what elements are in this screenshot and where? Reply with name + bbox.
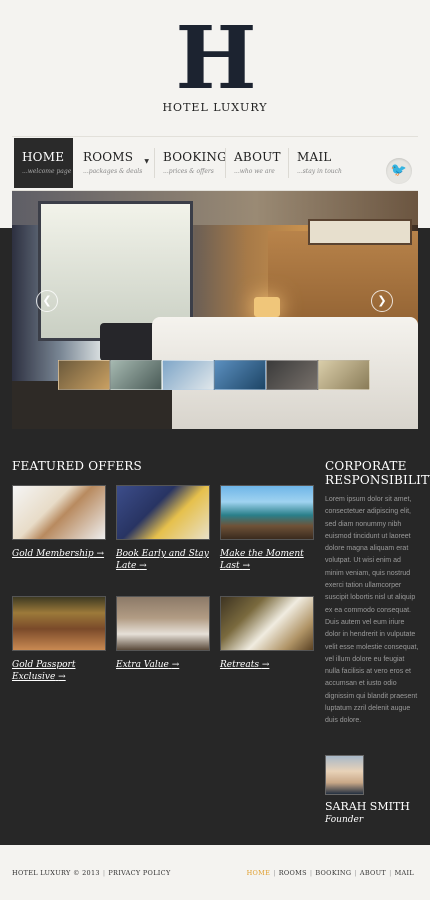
avatar (325, 755, 364, 795)
slider-lamp (254, 297, 280, 317)
dropdown-arrow-icon: ▼ (144, 158, 149, 165)
slider-art (308, 219, 412, 245)
logo-name[interactable]: HOTEL LUXURY (0, 101, 430, 114)
slider-thumbnail[interactable] (162, 360, 214, 390)
offer-image[interactable] (12, 596, 106, 651)
nav-desc: ...who we are (234, 168, 275, 175)
nav-item-mail[interactable]: MAIL ...stay in touch (289, 138, 359, 188)
nav-desc: ...prices & offers (163, 168, 214, 175)
footer-link-home[interactable]: HOME (247, 869, 271, 877)
offer-card: Book Early and Stay Late → (116, 485, 210, 572)
nav-item-booking[interactable]: BOOKING ...prices & offers (155, 138, 227, 188)
offer-card: Gold Membership → (12, 485, 106, 560)
slider-prev-icon[interactable]: ❮ (36, 290, 58, 312)
nav-item-home[interactable]: HOME ...welcome page (14, 138, 73, 188)
logo-letter[interactable]: H (0, 14, 430, 104)
offer-link[interactable]: Book Early and Stay Late → (116, 548, 210, 572)
footer-link-mail[interactable]: MAIL (395, 869, 414, 877)
main-nav: HOME ...welcome page ROOMS ...packages &… (14, 138, 359, 188)
footer-nav: HOME | ROOMS | BOOKING | ABOUT | MAIL (246, 869, 414, 877)
copyright-text: HOTEL LUXURY © 2013 (12, 869, 100, 877)
nav-label: ABOUT (234, 150, 281, 164)
footer: HOTEL LUXURY © 2013 | PRIVACY POLICY HOME |… (0, 845, 430, 900)
nav-item-about[interactable]: ABOUT ...who we are (226, 138, 289, 188)
offer-image[interactable] (116, 485, 210, 540)
offer-link[interactable]: Retreats → (220, 659, 314, 671)
slider-thumbnails (58, 360, 370, 390)
hero-slider (12, 191, 418, 429)
offer-link[interactable]: Make the Moment Last → (220, 548, 314, 572)
nav-desc: ...packages & deals (83, 168, 143, 175)
offer-link[interactable]: Extra Value → (116, 659, 210, 671)
corporate-text: Lorem ipsum dolor sit amet, consectetuer… (325, 496, 419, 725)
footer-link-about[interactable]: ABOUT (360, 869, 386, 877)
corporate-title: CORPORATE RESPONSIBILITY (325, 459, 430, 487)
slider-thumbnail[interactable] (318, 360, 370, 390)
nav-desc: ...stay in touch (297, 168, 342, 175)
featured-offers-title: FEATURED OFFERS (12, 459, 142, 473)
footer-copyright: HOTEL LUXURY © 2013 | PRIVACY POLICY (12, 869, 171, 877)
nav-label: HOME (22, 150, 65, 164)
offer-image[interactable] (220, 596, 314, 651)
slider-thumbnail[interactable] (110, 360, 162, 390)
nav-item-rooms[interactable]: ROOMS ...packages & deals ▼ (73, 138, 155, 188)
slider-thumbnail[interactable] (58, 360, 110, 390)
offer-image[interactable] (220, 485, 314, 540)
offer-link[interactable]: Gold Passport Exclusive → (12, 659, 106, 683)
nav-label: MAIL (297, 150, 332, 164)
nav-divider-top (12, 136, 418, 137)
offer-card: Gold Passport Exclusive → (12, 596, 106, 683)
offer-card: Make the Moment Last → (220, 485, 314, 572)
person-role: Founder (325, 815, 364, 825)
footer-link-rooms[interactable]: ROOMS (279, 869, 307, 877)
person-name: SARAH SMITH (325, 800, 410, 813)
offer-image[interactable] (12, 485, 106, 540)
slider-thumbnail[interactable] (266, 360, 318, 390)
nav-desc: ...welcome page (22, 168, 72, 175)
footer-link-booking[interactable]: BOOKING (315, 869, 351, 877)
offer-card: Extra Value → (116, 596, 210, 671)
slider-thumbnail[interactable] (214, 360, 266, 390)
offer-image[interactable] (116, 596, 210, 651)
twitter-icon[interactable]: 🐦 (386, 158, 412, 184)
privacy-policy-link[interactable]: PRIVACY POLICY (108, 869, 170, 877)
offer-card: Retreats → (220, 596, 314, 671)
offer-link[interactable]: Gold Membership → (12, 548, 106, 560)
nav-label: BOOKING (163, 150, 227, 164)
slider-next-icon[interactable]: ❯ (371, 290, 393, 312)
